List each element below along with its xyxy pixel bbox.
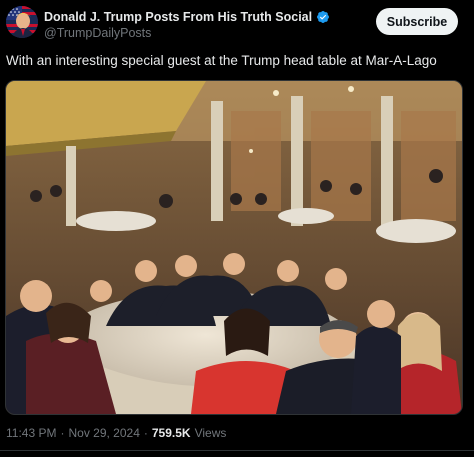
- author-block[interactable]: Donald J. Trump Posts From His Truth Soc…: [44, 9, 344, 40]
- views-count: 759.5K: [151, 426, 191, 440]
- author-handle[interactable]: @TrumpDailyPosts: [44, 26, 344, 40]
- post-header: Donald J. Trump Posts From His Truth Soc…: [6, 6, 468, 42]
- divider: [0, 450, 474, 451]
- post-date[interactable]: Nov 29, 2024: [68, 426, 139, 440]
- verified-badge-icon: [317, 11, 330, 23]
- post-photo[interactable]: [5, 80, 463, 415]
- dinner-table-photo-illustration: [6, 81, 462, 414]
- author-display-name[interactable]: Donald J. Trump Posts From His Truth Soc…: [44, 10, 312, 24]
- post-meta: 11:43 PM · Nov 29, 2024 · 759.5K Views: [6, 426, 226, 440]
- meta-separator: ·: [143, 426, 148, 440]
- tweet-post: Donald J. Trump Posts From His Truth Soc…: [0, 0, 474, 457]
- views-label: Views: [194, 426, 227, 440]
- display-name-row: Donald J. Trump Posts From His Truth Soc…: [44, 9, 344, 25]
- post-text: With an interesting special guest at the…: [6, 53, 437, 68]
- subscribe-button[interactable]: Subscribe: [376, 8, 458, 35]
- us-flag-portrait-avatar-icon: [6, 6, 38, 38]
- meta-separator: ·: [60, 426, 65, 440]
- post-time[interactable]: 11:43 PM: [6, 426, 56, 440]
- author-avatar[interactable]: [6, 6, 38, 38]
